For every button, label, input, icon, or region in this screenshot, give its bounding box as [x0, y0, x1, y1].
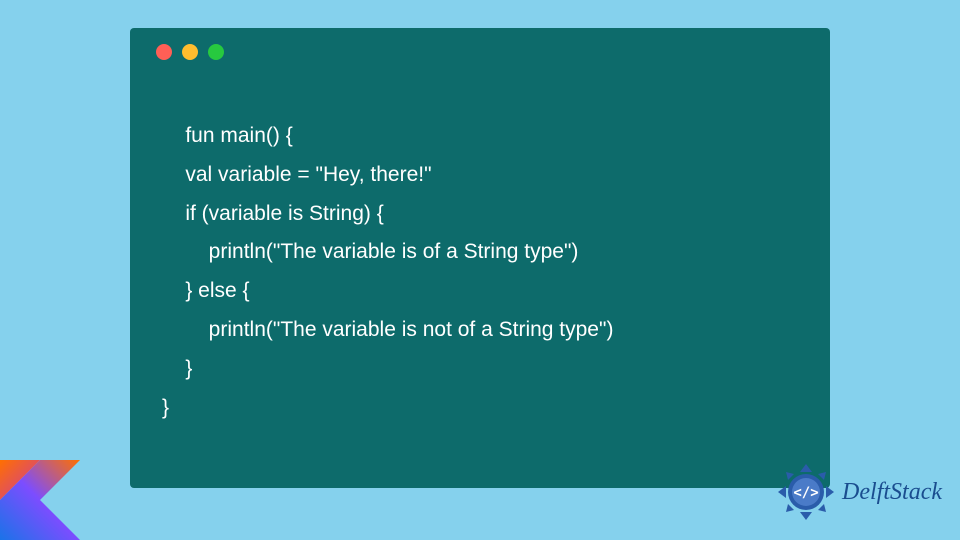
svg-text:</>: </>: [793, 485, 818, 501]
minimize-dot-icon: [182, 44, 198, 60]
close-dot-icon: [156, 44, 172, 60]
delftstack-logo-icon: </>: [776, 462, 836, 522]
code-line: val variable = "Hey, there!": [162, 163, 432, 186]
code-block: fun main() { val variable = "Hey, there!…: [152, 78, 808, 466]
maximize-dot-icon: [208, 44, 224, 60]
code-line: }: [162, 396, 169, 419]
code-line: println("The variable is of a String typ…: [162, 240, 578, 263]
code-line: fun main() {: [185, 124, 292, 147]
delftstack-name: DelftStack: [842, 479, 942, 506]
code-line: if (variable is String) {: [162, 202, 384, 225]
code-line: }: [162, 357, 192, 380]
code-window: fun main() { val variable = "Hey, there!…: [130, 28, 830, 488]
code-line: println("The variable is not of a String…: [162, 318, 613, 341]
kotlin-logo-icon: [0, 460, 80, 540]
code-line: } else {: [162, 279, 250, 302]
delftstack-branding: </> DelftStack: [776, 462, 942, 522]
window-controls: [152, 44, 808, 60]
